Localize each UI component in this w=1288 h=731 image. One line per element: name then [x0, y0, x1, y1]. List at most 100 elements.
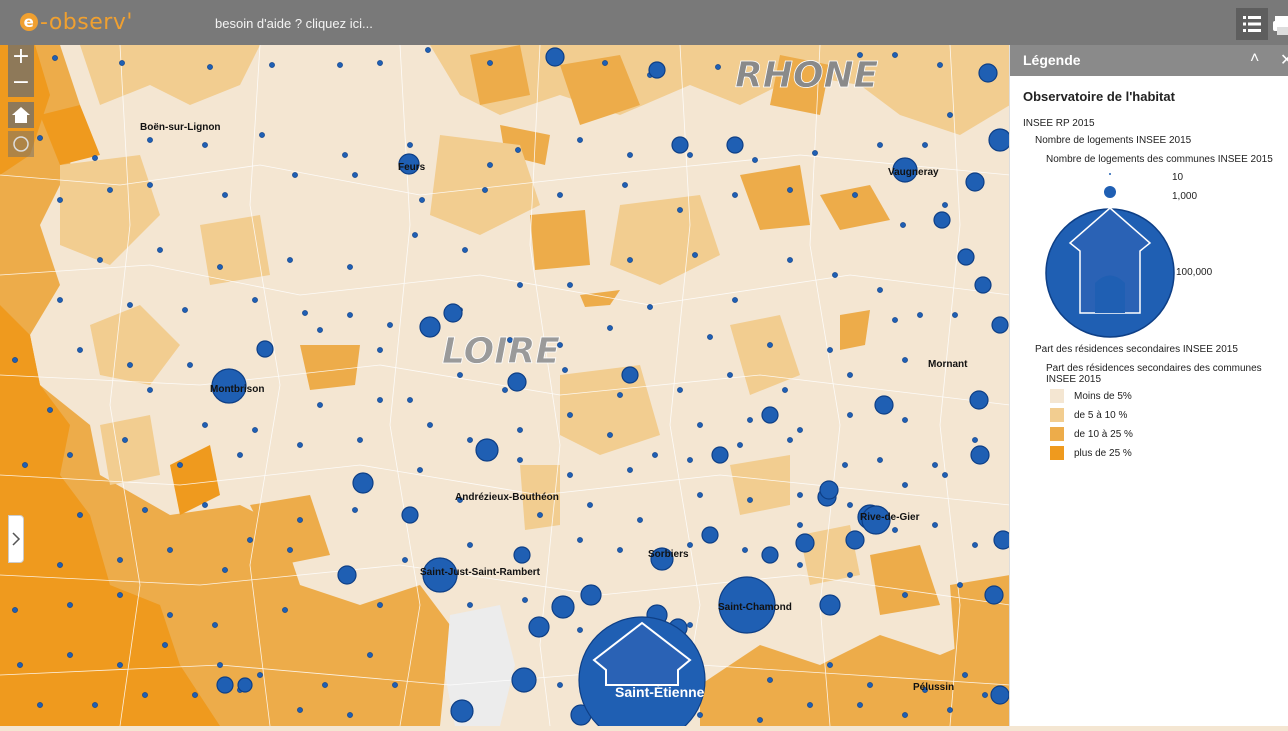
housing-symbol[interactable] — [621, 366, 639, 384]
housing-symbol[interactable] — [157, 247, 163, 253]
housing-symbol[interactable] — [462, 247, 468, 253]
housing-symbol[interactable] — [648, 61, 666, 79]
housing-symbol[interactable] — [767, 677, 773, 683]
housing-symbol[interactable] — [202, 142, 208, 148]
housing-symbol[interactable] — [697, 712, 703, 718]
housing-symbol[interactable] — [357, 437, 363, 443]
housing-symbol[interactable] — [507, 372, 527, 392]
housing-symbol[interactable] — [419, 197, 425, 203]
housing-symbol[interactable] — [57, 562, 63, 568]
housing-symbol[interactable] — [952, 312, 958, 318]
housing-symbol[interactable] — [652, 452, 658, 458]
housing-symbol[interactable] — [984, 585, 1004, 605]
housing-symbol[interactable] — [922, 142, 928, 148]
housing-symbol[interactable] — [551, 595, 575, 619]
help-link[interactable]: besoin d'aide ? cliquez ici... — [215, 16, 373, 31]
housing-symbol[interactable] — [947, 112, 953, 118]
housing-symbol[interactable] — [962, 672, 968, 678]
housing-symbol[interactable] — [202, 422, 208, 428]
housing-symbol[interactable] — [787, 187, 793, 193]
housing-symbol[interactable] — [57, 297, 63, 303]
housing-symbol[interactable] — [419, 316, 441, 338]
housing-symbol[interactable] — [67, 452, 73, 458]
housing-symbol[interactable] — [797, 562, 803, 568]
housing-symbol[interactable] — [877, 142, 883, 148]
housing-symbol[interactable] — [567, 472, 573, 478]
housing-symbol[interactable] — [671, 136, 689, 154]
housing-symbol[interactable] — [92, 155, 98, 161]
housing-symbol[interactable] — [222, 567, 228, 573]
housing-symbol[interactable] — [782, 387, 788, 393]
housing-symbol[interactable] — [347, 312, 353, 318]
housing-symbol[interactable] — [297, 517, 303, 523]
housing-symbol[interactable] — [407, 397, 413, 403]
housing-symbol[interactable] — [387, 322, 393, 328]
housing-symbol[interactable] — [877, 457, 883, 463]
housing-symbol[interactable] — [377, 60, 383, 66]
housing-symbol[interactable] — [957, 248, 975, 266]
housing-symbol[interactable] — [988, 128, 1012, 152]
housing-symbol[interactable] — [22, 462, 28, 468]
housing-symbol[interactable] — [957, 582, 963, 588]
housing-symbol[interactable] — [347, 712, 353, 718]
housing-symbol[interactable] — [297, 707, 303, 713]
housing-symbol[interactable] — [602, 60, 608, 66]
housing-symbol[interactable] — [292, 172, 298, 178]
housing-symbol[interactable] — [874, 395, 894, 415]
housing-symbol[interactable] — [147, 182, 153, 188]
housing-symbol[interactable] — [537, 512, 543, 518]
housing-symbol[interactable] — [57, 197, 63, 203]
housing-symbol[interactable] — [352, 507, 358, 513]
housing-symbol[interactable] — [222, 192, 228, 198]
housing-symbol[interactable] — [970, 445, 990, 465]
housing-symbol[interactable] — [557, 192, 563, 198]
housing-symbol[interactable] — [77, 347, 83, 353]
housing-symbol[interactable] — [475, 438, 499, 462]
housing-symbol[interactable] — [737, 442, 743, 448]
housing-symbol[interactable] — [252, 427, 258, 433]
housing-symbol[interactable] — [990, 685, 1010, 705]
housing-symbol[interactable] — [147, 137, 153, 143]
housing-symbol[interactable] — [627, 257, 633, 263]
housing-symbol[interactable] — [819, 480, 839, 500]
housing-symbol[interactable] — [467, 542, 473, 548]
housing-symbol[interactable] — [545, 47, 565, 67]
housing-symbol[interactable] — [147, 387, 153, 393]
locate-button[interactable] — [8, 131, 34, 157]
housing-symbol[interactable] — [697, 492, 703, 498]
housing-symbol[interactable] — [752, 157, 758, 163]
housing-symbol[interactable] — [747, 497, 753, 503]
housing-symbol[interactable] — [978, 63, 998, 83]
housing-symbol[interactable] — [443, 303, 463, 323]
housing-symbol[interactable] — [237, 677, 253, 693]
housing-symbol[interactable] — [457, 372, 463, 378]
housing-symbol[interactable] — [562, 367, 568, 373]
housing-symbol[interactable] — [257, 672, 263, 678]
housing-symbol[interactable] — [932, 462, 938, 468]
housing-symbol[interactable] — [337, 62, 343, 68]
housing-symbol[interactable] — [127, 362, 133, 368]
housing-symbol[interactable] — [401, 506, 419, 524]
housing-symbol[interactable] — [627, 152, 633, 158]
housing-symbol[interactable] — [900, 222, 906, 228]
housing-symbol[interactable] — [797, 522, 803, 528]
housing-symbol[interactable] — [567, 412, 573, 418]
housing-symbol[interactable] — [187, 362, 193, 368]
housing-symbol[interactable] — [587, 502, 593, 508]
housing-symbol[interactable] — [827, 662, 833, 668]
housing-symbol[interactable] — [677, 207, 683, 213]
housing-symbol[interactable] — [732, 297, 738, 303]
housing-symbol[interactable] — [797, 492, 803, 498]
housing-symbol[interactable] — [377, 397, 383, 403]
housing-symbol[interactable] — [162, 642, 168, 648]
home-button[interactable] — [8, 102, 34, 128]
housing-symbol[interactable] — [192, 692, 198, 698]
housing-symbol[interactable] — [127, 302, 133, 308]
housing-symbol[interactable] — [807, 702, 813, 708]
housing-symbol[interactable] — [647, 304, 653, 310]
housing-symbol[interactable] — [467, 602, 473, 608]
housing-symbol[interactable] — [902, 357, 908, 363]
housing-symbol[interactable] — [487, 162, 493, 168]
panel-toggle-button[interactable] — [8, 515, 24, 563]
housing-symbol[interactable] — [352, 172, 358, 178]
